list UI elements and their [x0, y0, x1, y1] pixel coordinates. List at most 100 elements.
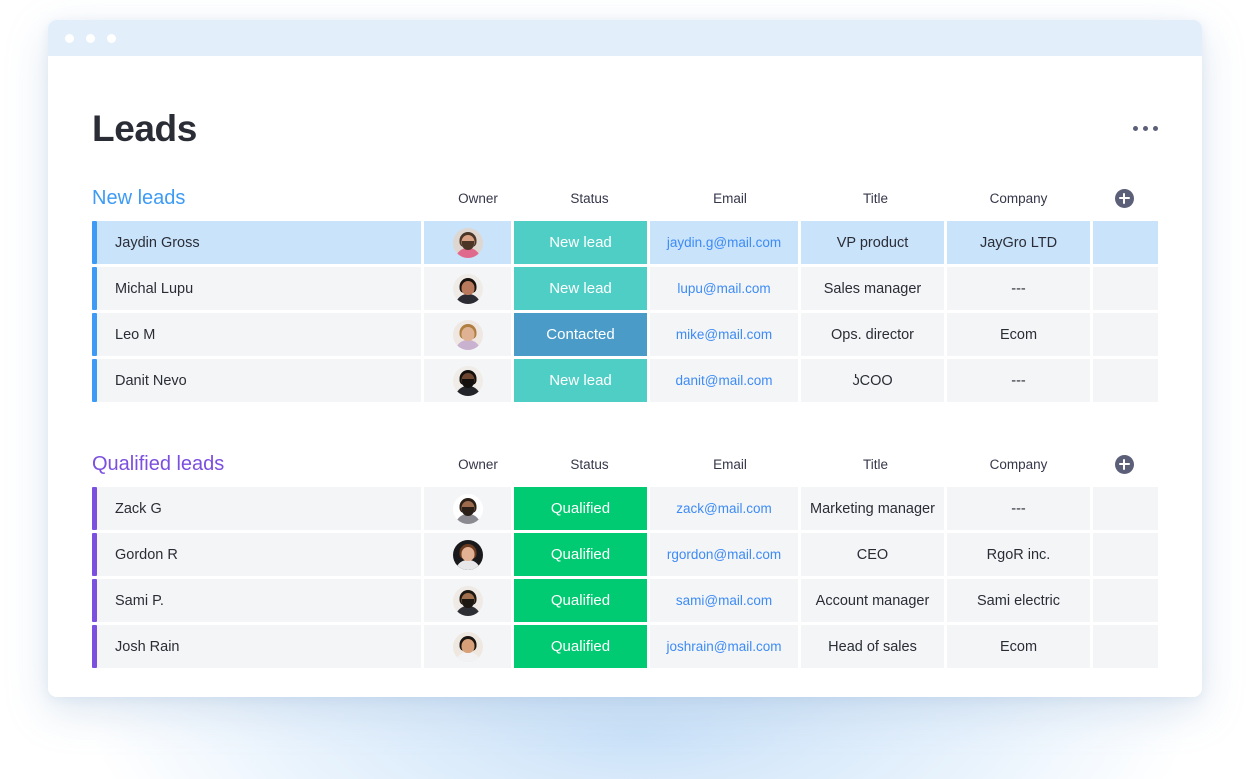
- avatar: [453, 366, 483, 396]
- cell-owner[interactable]: [424, 579, 511, 622]
- plus-icon[interactable]: [1115, 455, 1134, 474]
- column-header-owner[interactable]: Owner: [433, 191, 523, 206]
- add-column-button[interactable]: [1090, 189, 1158, 208]
- status-badge[interactable]: Qualified: [514, 533, 647, 576]
- cell-owner[interactable]: [424, 359, 511, 402]
- cell-owner[interactable]: [424, 267, 511, 310]
- column-header-email[interactable]: Email: [656, 191, 804, 206]
- cell-empty[interactable]: [1093, 579, 1158, 622]
- window-dot-close[interactable]: [65, 34, 74, 43]
- cell-email[interactable]: zack@mail.com: [650, 487, 798, 530]
- page-root: Leads New leadsOwnerStatusEmailTitleComp…: [0, 0, 1250, 779]
- cell-empty[interactable]: [1093, 533, 1158, 576]
- board-header: Qualified leads OwnerStatusEmailTitleComp…: [92, 449, 1158, 479]
- window-dot-minimize[interactable]: [86, 34, 95, 43]
- cell-name[interactable]: Josh Rain: [97, 625, 421, 668]
- cell-title[interactable]: Ops. director: [801, 313, 944, 356]
- status-badge[interactable]: New lead: [514, 359, 647, 402]
- group-title[interactable]: New leads: [92, 187, 185, 210]
- column-header-status[interactable]: Status: [523, 191, 656, 206]
- status-badge[interactable]: Qualified: [514, 579, 647, 622]
- cell-empty[interactable]: [1093, 221, 1158, 264]
- cell-name[interactable]: Leo M: [97, 313, 421, 356]
- status-badge[interactable]: New lead: [514, 221, 647, 264]
- cell-company[interactable]: ---: [947, 267, 1090, 310]
- kebab-dot: [1153, 126, 1158, 131]
- cell-title[interactable]: VP product: [801, 221, 944, 264]
- column-header-company[interactable]: Company: [947, 457, 1090, 472]
- board-header: New leads OwnerStatusEmailTitleCompany: [92, 183, 1158, 213]
- cell-owner[interactable]: [424, 221, 511, 264]
- status-badge[interactable]: Qualified: [514, 487, 647, 530]
- cell-company[interactable]: Ecom: [947, 313, 1090, 356]
- cell-company[interactable]: Ecom: [947, 625, 1090, 668]
- cell-name[interactable]: Gordon R: [97, 533, 421, 576]
- table-row[interactable]: Michal Lupu New leadlupu@mail.comSales ma…: [92, 267, 1158, 310]
- status-badge[interactable]: New lead: [514, 267, 647, 310]
- table-row[interactable]: Leo M Contactedmike@mail.comOps. director…: [92, 313, 1158, 356]
- cell-company[interactable]: ---: [947, 359, 1090, 402]
- column-header-company[interactable]: Company: [947, 191, 1090, 206]
- cell-email[interactable]: sami@mail.com: [650, 579, 798, 622]
- cell-title[interactable]: Account manager: [801, 579, 944, 622]
- cell-email[interactable]: lupu@mail.com: [650, 267, 798, 310]
- table-row[interactable]: Zack G Qualifiedzack@mail.comMarketing ma…: [92, 487, 1158, 530]
- cell-owner[interactable]: [424, 533, 511, 576]
- column-header-title[interactable]: Title: [804, 457, 947, 472]
- table-row[interactable]: Danit Nevo New leaddanit@mail.comʖCOO---: [92, 359, 1158, 402]
- status-badge[interactable]: Contacted: [514, 313, 647, 356]
- cell-name[interactable]: Michal Lupu: [97, 267, 421, 310]
- cell-empty[interactable]: [1093, 313, 1158, 356]
- cell-title[interactable]: Sales manager: [801, 267, 944, 310]
- cell-owner[interactable]: [424, 625, 511, 668]
- cell-title[interactable]: CEO: [801, 533, 944, 576]
- cell-empty[interactable]: [1093, 267, 1158, 310]
- cell-company[interactable]: JayGro LTD: [947, 221, 1090, 264]
- table-row[interactable]: Jaydin Gross New leadjaydin.g@mail.comVP …: [92, 221, 1158, 264]
- table-row[interactable]: Gordon R Qualifiedrgordon@mail.comCEORgoR…: [92, 533, 1158, 576]
- cell-company[interactable]: ---: [947, 487, 1090, 530]
- browser-window: Leads New leadsOwnerStatusEmailTitleComp…: [48, 20, 1202, 697]
- cell-empty[interactable]: [1093, 487, 1158, 530]
- window-body: Leads New leadsOwnerStatusEmailTitleComp…: [48, 56, 1202, 697]
- board-qualified-leads: Qualified leads OwnerStatusEmailTitleComp…: [92, 449, 1158, 668]
- kebab-dot: [1143, 126, 1148, 131]
- column-header-owner[interactable]: Owner: [433, 457, 523, 472]
- avatar: [453, 540, 483, 570]
- window-dot-maximize[interactable]: [107, 34, 116, 43]
- table-row[interactable]: Sami P. Qualifiedsami@mail.comAccount man…: [92, 579, 1158, 622]
- cell-title[interactable]: ʖCOO: [801, 359, 944, 402]
- cell-email[interactable]: rgordon@mail.com: [650, 533, 798, 576]
- avatar: [453, 632, 483, 662]
- avatar: [453, 320, 483, 350]
- column-header-email[interactable]: Email: [656, 457, 804, 472]
- cell-name[interactable]: Danit Nevo: [97, 359, 421, 402]
- table-row[interactable]: Josh Rain Qualifiedjoshrain@mail.comHead …: [92, 625, 1158, 668]
- cell-title[interactable]: Marketing manager: [801, 487, 944, 530]
- cell-email[interactable]: jaydin.g@mail.com: [650, 221, 798, 264]
- cell-email[interactable]: mike@mail.com: [650, 313, 798, 356]
- cell-empty[interactable]: [1093, 625, 1158, 668]
- cell-empty[interactable]: [1093, 359, 1158, 402]
- cell-name[interactable]: Jaydin Gross: [97, 221, 421, 264]
- window-titlebar: [48, 20, 1202, 56]
- avatar: [453, 494, 483, 524]
- status-badge[interactable]: Qualified: [514, 625, 647, 668]
- cell-company[interactable]: RgoR inc.: [947, 533, 1090, 576]
- cell-owner[interactable]: [424, 313, 511, 356]
- cell-title[interactable]: Head of sales: [801, 625, 944, 668]
- avatar: [453, 274, 483, 304]
- plus-icon[interactable]: [1115, 189, 1134, 208]
- group-title[interactable]: Qualified leads: [92, 453, 224, 476]
- cell-email[interactable]: danit@mail.com: [650, 359, 798, 402]
- add-column-button[interactable]: [1090, 455, 1158, 474]
- kebab-menu-icon[interactable]: [1133, 110, 1158, 131]
- cell-name[interactable]: Sami P.: [97, 579, 421, 622]
- column-header-title[interactable]: Title: [804, 191, 947, 206]
- cell-company[interactable]: Sami electric: [947, 579, 1090, 622]
- column-header-status[interactable]: Status: [523, 457, 656, 472]
- cell-name[interactable]: Zack G: [97, 487, 421, 530]
- kebab-dot: [1133, 126, 1138, 131]
- cell-owner[interactable]: [424, 487, 511, 530]
- cell-email[interactable]: joshrain@mail.com: [650, 625, 798, 668]
